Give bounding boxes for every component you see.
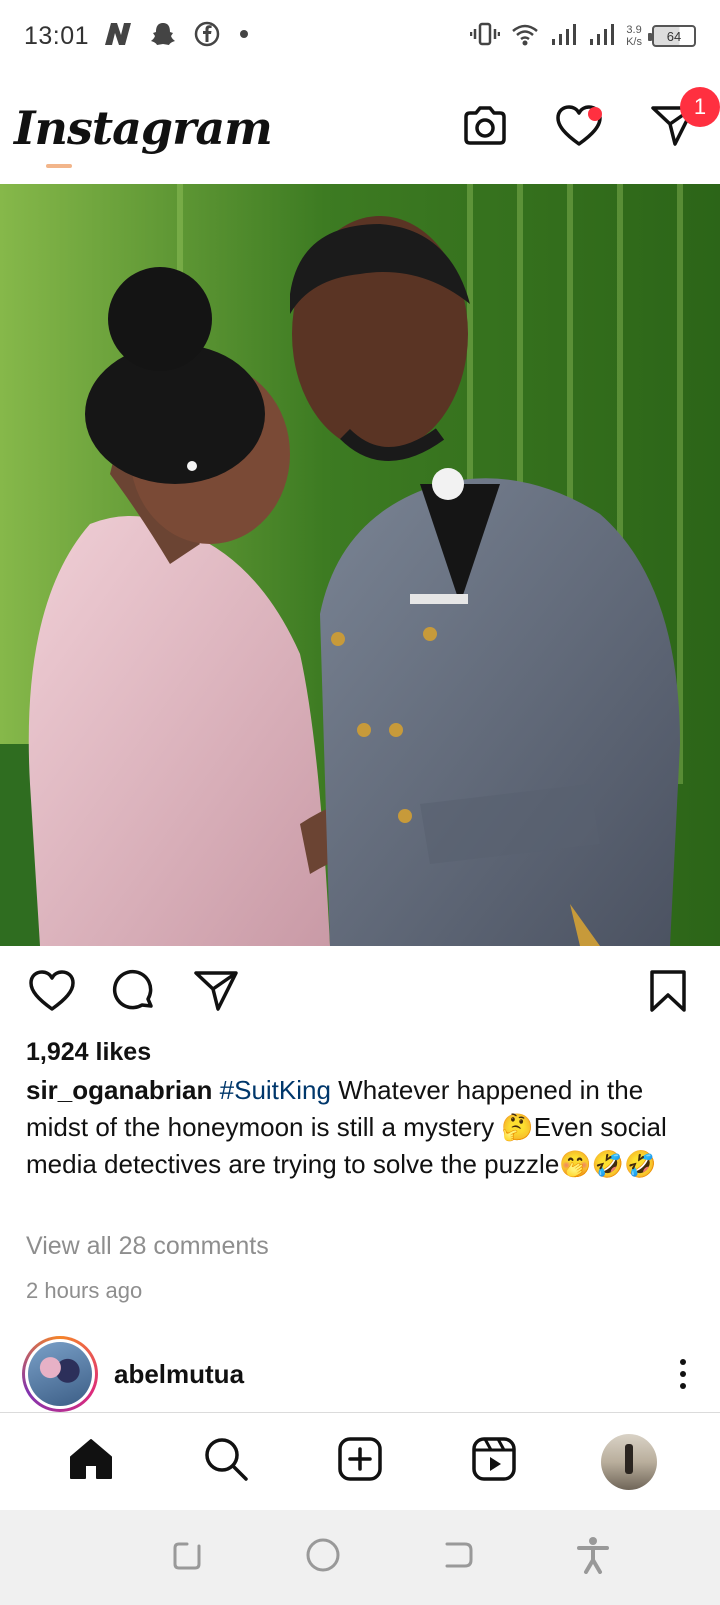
- avatar-frame: [25, 1339, 95, 1409]
- n-app-icon: [103, 21, 133, 52]
- create-post-icon: [337, 1436, 383, 1487]
- dot-icon: [237, 27, 251, 46]
- signal-icon: [588, 21, 616, 52]
- circle-home-icon: [305, 1537, 341, 1578]
- accessibility-button[interactable]: [568, 1533, 618, 1583]
- nav-reels[interactable]: [464, 1432, 524, 1492]
- nav-create[interactable]: [330, 1432, 390, 1492]
- share-button[interactable]: [190, 967, 242, 1019]
- header-actions: 1: [460, 87, 720, 153]
- wifi-icon: [510, 21, 540, 52]
- post-photo[interactable]: [0, 184, 720, 946]
- back-icon: [441, 1538, 475, 1577]
- net-speed: 3.9 K/s: [626, 24, 642, 48]
- camera-button[interactable]: [460, 103, 510, 153]
- bottom-nav: [0, 1412, 720, 1510]
- next-post-header: abelmutua: [0, 1336, 720, 1412]
- status-time: 13:01: [24, 21, 90, 50]
- caption-hashtag[interactable]: #SuitKing: [220, 1075, 331, 1105]
- home-icon: [68, 1437, 114, 1486]
- net-speed-unit: K/s: [626, 36, 642, 48]
- vibrate-icon: [469, 21, 501, 52]
- nav-profile[interactable]: [599, 1432, 659, 1492]
- post-caption: sir_oganabrian #SuitKing Whatever happen…: [26, 1072, 698, 1183]
- battery-level: 64: [666, 28, 682, 44]
- more-dot: [680, 1371, 686, 1377]
- app-header: Instagram 1: [0, 72, 720, 184]
- activity-button[interactable]: [554, 103, 604, 153]
- accessibility-icon: [576, 1536, 610, 1579]
- battery-icon: 64: [648, 25, 696, 47]
- reels-icon: [471, 1436, 517, 1487]
- heart-icon: [28, 969, 76, 1018]
- recents-button[interactable]: [163, 1533, 213, 1583]
- profile-avatar: [600, 1433, 657, 1490]
- facebook-icon: [193, 20, 221, 53]
- save-button[interactable]: [642, 967, 694, 1019]
- post-actions: [0, 958, 720, 1028]
- direct-message-button[interactable]: 1: [648, 87, 720, 153]
- status-right-icons: 3.9 K/s 64: [469, 21, 696, 52]
- view-comments-link[interactable]: View all 28 comments: [26, 1232, 269, 1261]
- caption-username[interactable]: sir_oganabrian: [26, 1075, 212, 1105]
- more-options-button[interactable]: [668, 1354, 698, 1394]
- home-system-button[interactable]: [298, 1533, 348, 1583]
- search-icon: [203, 1436, 249, 1487]
- comment-button[interactable]: [108, 967, 160, 1019]
- signal-icon: [550, 21, 578, 52]
- nav-home[interactable]: [61, 1432, 121, 1492]
- instagram-logo[interactable]: Instagram: [14, 101, 273, 155]
- comment-icon: [111, 968, 157, 1019]
- snapchat-icon: [149, 20, 177, 53]
- post-timestamp: 2 hours ago: [26, 1278, 143, 1303]
- next-post-username[interactable]: abelmutua: [114, 1359, 244, 1390]
- dm-badge: 1: [680, 87, 720, 127]
- activity-dot: [588, 107, 602, 121]
- more-dot: [680, 1383, 686, 1389]
- like-button[interactable]: [26, 967, 78, 1019]
- likes-count[interactable]: 1,924 likes: [26, 1038, 151, 1067]
- net-speed-value: 3.9: [626, 24, 642, 36]
- back-button[interactable]: [433, 1533, 483, 1583]
- more-dot: [680, 1359, 686, 1365]
- nav-search[interactable]: [196, 1432, 256, 1492]
- recents-icon: [171, 1538, 205, 1577]
- status-bar: 13:01 3.9 K/s 64: [0, 0, 720, 72]
- status-left-icons: [103, 20, 251, 53]
- story-ring-edge: [46, 164, 72, 168]
- avatar[interactable]: [22, 1336, 98, 1412]
- bookmark-icon: [648, 969, 688, 1018]
- avatar-image: [28, 1342, 92, 1406]
- share-icon: [193, 969, 239, 1018]
- system-nav-bar: [0, 1510, 720, 1605]
- camera-icon: [462, 105, 508, 152]
